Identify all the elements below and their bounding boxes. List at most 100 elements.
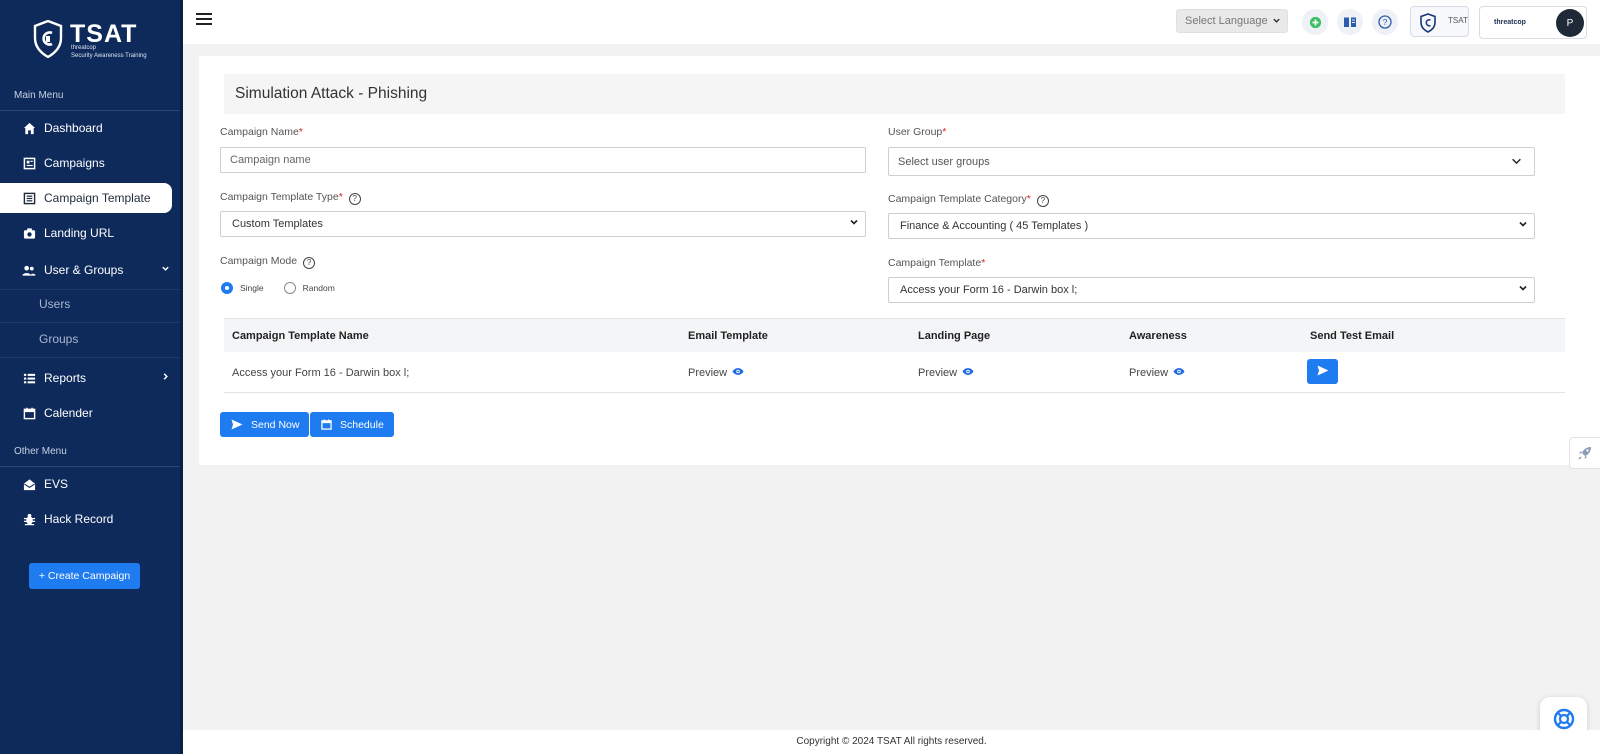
menu-divider — [0, 357, 180, 358]
email-template-preview-link[interactable]: Preview — [688, 367, 744, 379]
campaigns-icon — [22, 156, 36, 170]
svg-text:?: ? — [1383, 17, 1388, 27]
campaign-name-placeholder: Campaign name — [230, 154, 311, 166]
radio-single[interactable] — [221, 282, 233, 294]
language-select-label: Select Language — [1185, 15, 1268, 27]
menu-divider — [0, 322, 180, 323]
menu-divider — [0, 466, 180, 467]
sidebar-subitem-groups[interactable]: Groups — [39, 332, 78, 346]
book-icon[interactable] — [1337, 9, 1363, 35]
awareness-preview-link[interactable]: Preview — [1129, 367, 1185, 379]
template-type-label: Campaign Template Type*? — [220, 191, 361, 205]
schedule-button[interactable]: Schedule — [310, 412, 394, 437]
tsat-logo[interactable]: TSAT threatcop Security Awareness Traini… — [33, 18, 163, 66]
column-header: Landing Page — [918, 330, 991, 342]
menu-divider — [0, 289, 180, 290]
sidebar-item-reports[interactable]: Reports — [0, 363, 172, 393]
tsat-brand-badge[interactable]: TSAT — [1410, 6, 1469, 37]
chevron-down-icon — [1518, 283, 1528, 296]
bug-icon — [22, 512, 36, 526]
sidebar-item-label: Campaign Template — [44, 191, 151, 205]
eye-icon — [1173, 367, 1185, 379]
copyright-text: Copyright © 2024 TSAT All rights reserve… — [796, 736, 987, 747]
shield-logo-icon — [1420, 13, 1436, 33]
radio-single-label[interactable]: Single — [240, 283, 264, 293]
chevron-down-icon — [161, 264, 170, 276]
menu-divider — [0, 110, 180, 111]
landing-page-preview-link[interactable]: Preview — [918, 367, 974, 379]
sidebar-item-hack-record[interactable]: Hack Record — [0, 504, 172, 534]
eye-icon — [962, 367, 974, 379]
brand-subtitle-company: threatcop — [71, 45, 97, 51]
preview-label: Preview — [688, 367, 728, 379]
schedule-label: Schedule — [340, 418, 384, 431]
column-header: Send Test Email — [1310, 330, 1395, 342]
column-header: Campaign Template Name — [232, 330, 369, 342]
campaign-mode-radios: Single Random — [221, 282, 335, 294]
radio-random-label[interactable]: Random — [303, 283, 335, 293]
send-now-button[interactable]: Send Now — [220, 412, 310, 437]
calendar-icon — [22, 406, 36, 420]
campaign-mode-label: Campaign Mode? — [220, 255, 316, 269]
topbar: Select Language ? TSAT threatcop P — [183, 0, 1600, 44]
sidebar-item-label: Landing URL — [44, 226, 115, 240]
sidebar: TSAT threatcop Security Awareness Traini… — [0, 0, 183, 754]
template-category-select[interactable]: Finance & Accounting ( 45 Templates ) — [888, 213, 1535, 239]
help-icon[interactable]: ? — [1036, 195, 1049, 207]
campaign-form-card: Simulation Attack - Phishing Campaign Na… — [199, 56, 1600, 465]
sidebar-item-user-groups[interactable]: User & Groups — [0, 255, 172, 285]
chevron-down-icon — [1272, 16, 1281, 27]
sidebar-item-label: Reports — [44, 371, 87, 385]
campaign-name-input[interactable]: Campaign name — [220, 147, 866, 173]
sidebar-item-evs[interactable]: EVS — [0, 469, 172, 499]
table-row: Access your Form 16 - Darwin box l; Prev… — [224, 352, 1565, 393]
template-type-select[interactable]: Custom Templates — [220, 211, 866, 237]
preview-label: Preview — [918, 367, 958, 379]
page-title: Simulation Attack - Phishing — [235, 85, 428, 102]
sidebar-item-label: EVS — [44, 477, 69, 491]
footer: Copyright © 2024 TSAT All rights reserve… — [183, 730, 1600, 754]
help-icon[interactable]: ? — [348, 193, 361, 205]
user-group-placeholder: Select user groups — [898, 155, 990, 168]
avatar[interactable]: P — [1556, 9, 1584, 37]
radio-random[interactable] — [283, 282, 296, 294]
send-test-email-button[interactable] — [1307, 359, 1338, 384]
shield-logo-icon — [33, 20, 63, 58]
sidebar-item-label: Campaigns — [44, 156, 105, 170]
sidebar-item-dashboard[interactable]: Dashboard — [0, 113, 172, 143]
language-select[interactable]: Select Language — [1176, 9, 1288, 33]
chevron-down-icon — [849, 217, 859, 230]
template-icon — [22, 191, 36, 205]
campaign-name-label: Campaign Name* — [220, 126, 303, 138]
sidebar-item-label: User & Groups — [44, 263, 124, 277]
user-group-select[interactable]: Select user groups — [888, 147, 1535, 176]
sidebar-item-campaigns[interactable]: Campaigns — [0, 148, 172, 178]
add-circle-icon[interactable] — [1302, 9, 1328, 35]
column-header: Awareness — [1129, 330, 1187, 342]
hamburger-menu-icon[interactable] — [196, 13, 212, 27]
rocket-icon[interactable] — [1569, 437, 1600, 469]
template-category-label: Campaign Template Category*? — [888, 193, 1049, 207]
campaign-template-select[interactable]: Access your Form 16 - Darwin box l; — [888, 277, 1535, 303]
brand-subtitle-product: Security Awareness Training — [71, 53, 147, 59]
sidebar-item-calender[interactable]: Calender — [0, 398, 172, 428]
page-header: Simulation Attack - Phishing — [224, 74, 1565, 114]
profile-menu[interactable]: threatcop P — [1479, 6, 1587, 39]
calendar-icon — [321, 419, 332, 430]
home-icon — [22, 121, 36, 135]
sidebar-item-label: Calender — [44, 406, 93, 420]
sidebar-subitem-users[interactable]: Users — [39, 297, 70, 311]
send-icon — [231, 419, 243, 430]
sidebar-item-label: Dashboard — [44, 121, 103, 135]
eye-icon — [732, 367, 744, 379]
list-icon — [22, 371, 36, 385]
company-logo: threatcop — [1494, 19, 1526, 26]
camera-icon — [22, 226, 36, 240]
create-campaign-button[interactable]: + Create Campaign — [29, 563, 140, 589]
help-icon[interactable]: ? — [303, 257, 316, 269]
sidebar-item-campaign-template[interactable]: Campaign Template — [0, 183, 172, 213]
column-header: Email Template — [688, 330, 768, 342]
sidebar-item-landing-url[interactable]: Landing URL — [0, 218, 172, 248]
campaign-template-value: Access your Form 16 - Darwin box l; — [900, 284, 1078, 296]
help-circle-icon[interactable]: ? — [1372, 9, 1398, 35]
